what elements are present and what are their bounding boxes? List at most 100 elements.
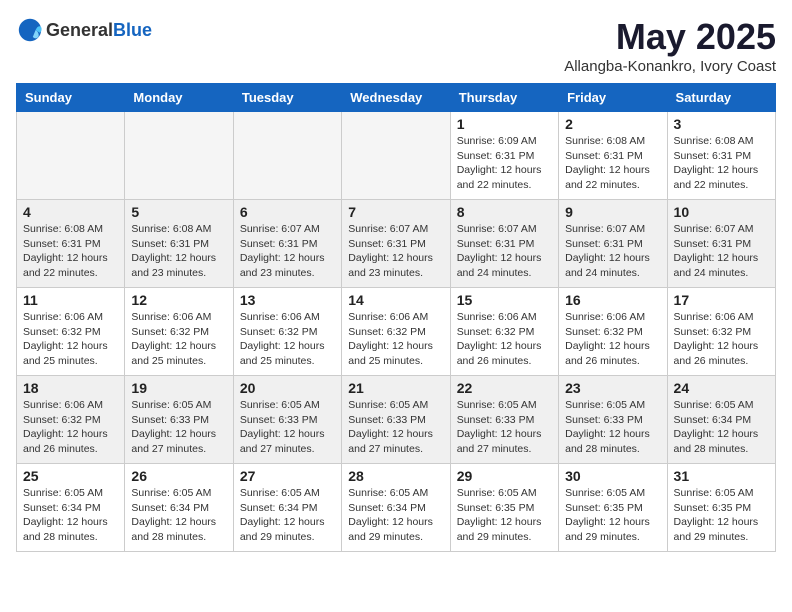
day-number: 22	[457, 380, 552, 396]
day-detail: Sunrise: 6:08 AMSunset: 6:31 PMDaylight:…	[674, 134, 769, 193]
calendar-cell: 14 Sunrise: 6:06 AMSunset: 6:32 PMDayligh…	[342, 288, 450, 376]
day-detail: Sunrise: 6:08 AMSunset: 6:31 PMDaylight:…	[131, 222, 226, 281]
day-number: 27	[240, 468, 335, 484]
day-detail: Sunrise: 6:05 AMSunset: 6:34 PMDaylight:…	[348, 486, 443, 545]
column-header-tuesday: Tuesday	[233, 84, 341, 112]
day-detail: Sunrise: 6:06 AMSunset: 6:32 PMDaylight:…	[240, 310, 335, 369]
day-number: 10	[674, 204, 769, 220]
day-number: 2	[565, 116, 660, 132]
calendar-cell: 31 Sunrise: 6:05 AMSunset: 6:35 PMDayligh…	[667, 464, 775, 552]
calendar-cell: 2 Sunrise: 6:08 AMSunset: 6:31 PMDaylight…	[559, 112, 667, 200]
column-header-friday: Friday	[559, 84, 667, 112]
calendar-cell	[125, 112, 233, 200]
day-detail: Sunrise: 6:08 AMSunset: 6:31 PMDaylight:…	[565, 134, 660, 193]
day-detail: Sunrise: 6:06 AMSunset: 6:32 PMDaylight:…	[674, 310, 769, 369]
calendar-cell: 23 Sunrise: 6:05 AMSunset: 6:33 PMDayligh…	[559, 376, 667, 464]
day-detail: Sunrise: 6:08 AMSunset: 6:31 PMDaylight:…	[23, 222, 118, 281]
calendar-week-1: 1Sunrise: 6:09 AMSunset: 6:31 PMDaylight…	[17, 112, 776, 200]
calendar-cell: 11 Sunrise: 6:06 AMSunset: 6:32 PMDayligh…	[17, 288, 125, 376]
day-detail: Sunrise: 6:07 AMSunset: 6:31 PMDaylight:…	[457, 222, 552, 281]
calendar-cell: 19 Sunrise: 6:05 AMSunset: 6:33 PMDayligh…	[125, 376, 233, 464]
day-number: 4	[23, 204, 118, 220]
day-number: 12	[131, 292, 226, 308]
day-detail: Sunrise: 6:06 AMSunset: 6:32 PMDaylight:…	[23, 310, 118, 369]
calendar-cell: 4 Sunrise: 6:08 AMSunset: 6:31 PMDaylight…	[17, 200, 125, 288]
calendar-week-2: 4 Sunrise: 6:08 AMSunset: 6:31 PMDaylight…	[17, 200, 776, 288]
day-number: 6	[240, 204, 335, 220]
day-detail: Sunrise: 6:05 AMSunset: 6:35 PMDaylight:…	[674, 486, 769, 545]
calendar-cell	[233, 112, 341, 200]
day-number: 28	[348, 468, 443, 484]
day-detail: Sunrise: 6:05 AMSunset: 6:33 PMDaylight:…	[348, 398, 443, 457]
day-number: 16	[565, 292, 660, 308]
day-detail: Sunrise: 6:05 AMSunset: 6:34 PMDaylight:…	[23, 486, 118, 545]
calendar-cell: 17 Sunrise: 6:06 AMSunset: 6:32 PMDayligh…	[667, 288, 775, 376]
calendar-cell: 15 Sunrise: 6:06 AMSunset: 6:32 PMDayligh…	[450, 288, 558, 376]
column-header-monday: Monday	[125, 84, 233, 112]
calendar-header-row: SundayMondayTuesdayWednesdayThursdayFrid…	[17, 84, 776, 112]
day-detail: Sunrise: 6:06 AMSunset: 6:32 PMDaylight:…	[23, 398, 118, 457]
calendar-cell: 28 Sunrise: 6:05 AMSunset: 6:34 PMDayligh…	[342, 464, 450, 552]
day-number: 24	[674, 380, 769, 396]
calendar-cell: 29Sunrise: 6:05 AMSunset: 6:35 PMDayligh…	[450, 464, 558, 552]
calendar-cell: 3 Sunrise: 6:08 AMSunset: 6:31 PMDaylight…	[667, 112, 775, 200]
day-detail: Sunrise: 6:07 AMSunset: 6:31 PMDaylight:…	[565, 222, 660, 281]
column-header-sunday: Sunday	[17, 84, 125, 112]
title-area: May 2025 Allangba-Konankro, Ivory Coast	[564, 16, 776, 75]
calendar-cell: 9Sunrise: 6:07 AMSunset: 6:31 PMDaylight…	[559, 200, 667, 288]
calendar-cell: 10Sunrise: 6:07 AMSunset: 6:31 PMDayligh…	[667, 200, 775, 288]
day-number: 30	[565, 468, 660, 484]
day-detail: Sunrise: 6:06 AMSunset: 6:32 PMDaylight:…	[348, 310, 443, 369]
calendar-cell: 25 Sunrise: 6:05 AMSunset: 6:34 PMDayligh…	[17, 464, 125, 552]
calendar-cell: 5 Sunrise: 6:08 AMSunset: 6:31 PMDaylight…	[125, 200, 233, 288]
day-number: 17	[674, 292, 769, 308]
calendar-cell: 16 Sunrise: 6:06 AMSunset: 6:32 PMDayligh…	[559, 288, 667, 376]
day-detail: Sunrise: 6:05 AMSunset: 6:33 PMDaylight:…	[240, 398, 335, 457]
day-detail: Sunrise: 6:07 AMSunset: 6:31 PMDaylight:…	[348, 222, 443, 281]
day-number: 31	[674, 468, 769, 484]
calendar-cell: 20 Sunrise: 6:05 AMSunset: 6:33 PMDayligh…	[233, 376, 341, 464]
column-header-thursday: Thursday	[450, 84, 558, 112]
day-number: 14	[348, 292, 443, 308]
day-detail: Sunrise: 6:07 AMSunset: 6:31 PMDaylight:…	[240, 222, 335, 281]
day-number: 8	[457, 204, 552, 220]
calendar-cell: 8 Sunrise: 6:07 AMSunset: 6:31 PMDaylight…	[450, 200, 558, 288]
day-number: 15	[457, 292, 552, 308]
day-detail: Sunrise: 6:06 AMSunset: 6:32 PMDaylight:…	[131, 310, 226, 369]
calendar-cell: 18Sunrise: 6:06 AMSunset: 6:32 PMDayligh…	[17, 376, 125, 464]
day-number: 7	[348, 204, 443, 220]
day-detail: Sunrise: 6:05 AMSunset: 6:34 PMDaylight:…	[674, 398, 769, 457]
day-number: 5	[131, 204, 226, 220]
day-number: 19	[131, 380, 226, 396]
day-detail: Sunrise: 6:05 AMSunset: 6:33 PMDaylight:…	[565, 398, 660, 457]
day-number: 25	[23, 468, 118, 484]
day-number: 1	[457, 116, 552, 132]
calendar-cell: 1Sunrise: 6:09 AMSunset: 6:31 PMDaylight…	[450, 112, 558, 200]
day-number: 13	[240, 292, 335, 308]
day-detail: Sunrise: 6:06 AMSunset: 6:32 PMDaylight:…	[565, 310, 660, 369]
calendar-week-3: 11 Sunrise: 6:06 AMSunset: 6:32 PMDayligh…	[17, 288, 776, 376]
day-number: 23	[565, 380, 660, 396]
day-number: 29	[457, 468, 552, 484]
location-subtitle: Allangba-Konankro, Ivory Coast	[564, 58, 776, 75]
calendar-table: SundayMondayTuesdayWednesdayThursdayFrid…	[16, 83, 776, 552]
day-detail: Sunrise: 6:05 AMSunset: 6:34 PMDaylight:…	[131, 486, 226, 545]
calendar-cell: 6 Sunrise: 6:07 AMSunset: 6:31 PMDaylight…	[233, 200, 341, 288]
day-detail: Sunrise: 6:05 AMSunset: 6:33 PMDaylight:…	[131, 398, 226, 457]
calendar-cell: 27Sunrise: 6:05 AMSunset: 6:34 PMDayligh…	[233, 464, 341, 552]
calendar-cell	[342, 112, 450, 200]
day-number: 11	[23, 292, 118, 308]
calendar-cell: 26 Sunrise: 6:05 AMSunset: 6:34 PMDayligh…	[125, 464, 233, 552]
calendar-cell: 24 Sunrise: 6:05 AMSunset: 6:34 PMDayligh…	[667, 376, 775, 464]
logo-text-blue: Blue	[113, 20, 152, 40]
calendar-cell: 21Sunrise: 6:05 AMSunset: 6:33 PMDayligh…	[342, 376, 450, 464]
day-number: 3	[674, 116, 769, 132]
calendar-cell	[17, 112, 125, 200]
day-number: 26	[131, 468, 226, 484]
day-detail: Sunrise: 6:05 AMSunset: 6:35 PMDaylight:…	[565, 486, 660, 545]
logo: GeneralBlue	[16, 16, 152, 44]
day-number: 20	[240, 380, 335, 396]
calendar-cell: 12 Sunrise: 6:06 AMSunset: 6:32 PMDayligh…	[125, 288, 233, 376]
day-detail: Sunrise: 6:06 AMSunset: 6:32 PMDaylight:…	[457, 310, 552, 369]
calendar-cell: 7 Sunrise: 6:07 AMSunset: 6:31 PMDaylight…	[342, 200, 450, 288]
